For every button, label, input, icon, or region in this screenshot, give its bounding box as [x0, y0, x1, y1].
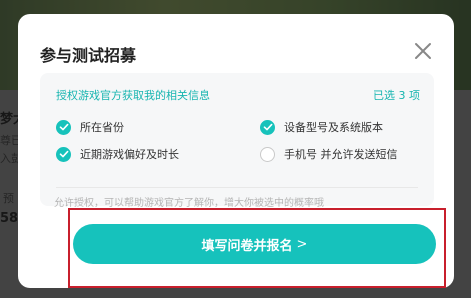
checkmark-icon: [56, 119, 71, 135]
permission-label: 手机号 并允许发送短信: [284, 148, 398, 161]
divider: [56, 187, 418, 188]
permission-option-province[interactable]: 所在省份: [56, 119, 124, 135]
permission-option-game-preference[interactable]: 近期游戏偏好及时长: [56, 146, 179, 162]
dialog-title: 参与测试招募: [40, 46, 137, 65]
recruitment-dialog: 参与测试招募 授权游戏官方获取我的相关信息 已选 3 项 所在省份 设备型号及系…: [18, 14, 454, 288]
close-icon-glyph: [415, 43, 431, 59]
close-icon[interactable]: [412, 40, 434, 62]
submit-label: 填写问卷并报名: [201, 238, 293, 254]
fill-questionnaire-button[interactable]: 填写问卷并报名 >: [73, 224, 436, 264]
authorization-note: 允许授权，可以帮助游戏官方了解你，增大你被选中的概率哦: [54, 198, 324, 209]
checkmark-icon: [56, 146, 71, 162]
permission-label: 设备型号及系统版本: [284, 121, 383, 134]
permission-option-phone[interactable]: 手机号 并允许发送短信: [260, 146, 398, 162]
permission-label: 所在省份: [80, 121, 124, 134]
authorization-header: 授权游戏官方获取我的相关信息: [56, 89, 210, 102]
checkmark-icon: [260, 119, 275, 135]
selected-count: 已选 3 项: [373, 89, 420, 102]
permission-label: 近期游戏偏好及时长: [80, 148, 179, 161]
empty-checkbox-icon: [260, 146, 275, 162]
permission-option-device[interactable]: 设备型号及系统版本: [260, 119, 383, 135]
chevron-right-icon: >: [296, 236, 308, 252]
authorization-info-box: 授权游戏官方获取我的相关信息 已选 3 项 所在省份 设备型号及系统版本 近期游…: [40, 73, 434, 206]
